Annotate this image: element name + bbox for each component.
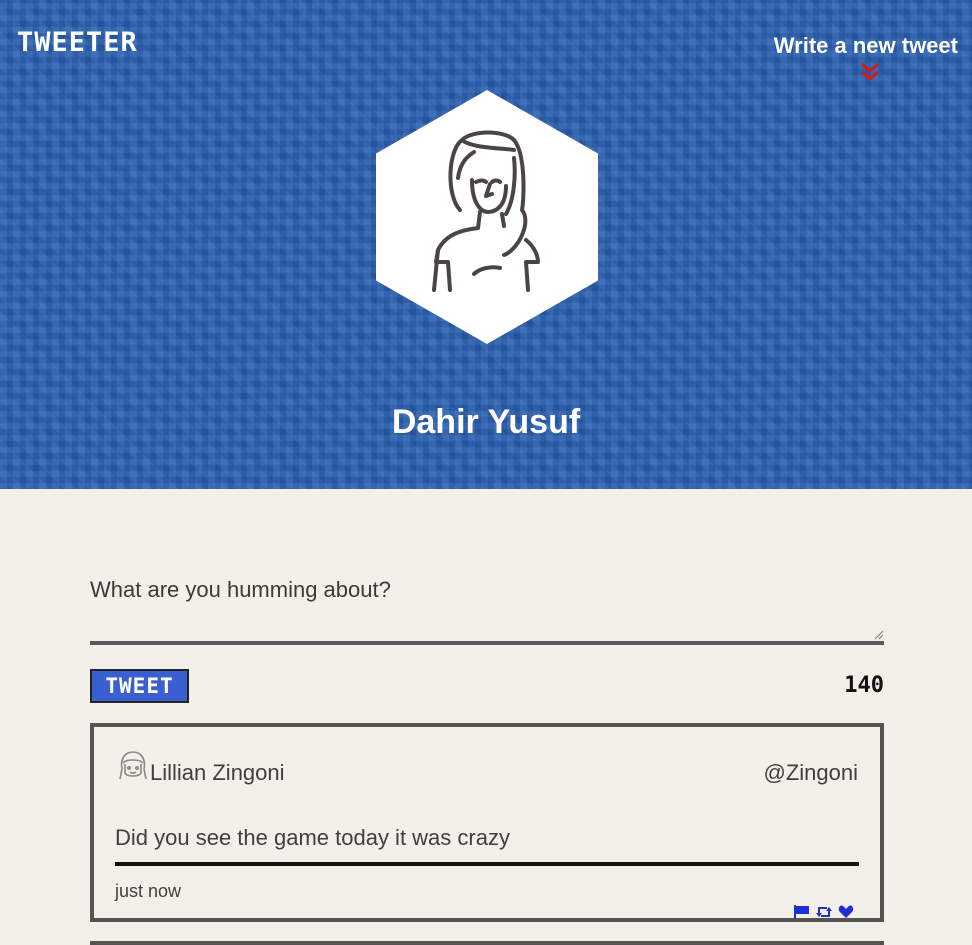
double-chevron-down-icon[interactable] bbox=[859, 62, 881, 84]
heart-icon[interactable] bbox=[838, 905, 854, 919]
tweet-card: Lillian Zingoni @Zingoni Did you see the… bbox=[90, 723, 884, 922]
face-avatar-icon bbox=[119, 751, 147, 780]
tweet-author-name: Lillian Zingoni bbox=[150, 760, 285, 785]
character-counter: 140 bbox=[844, 673, 884, 698]
profile-avatar bbox=[376, 90, 598, 344]
retweet-icon[interactable] bbox=[816, 905, 832, 919]
next-tweet-divider bbox=[90, 941, 884, 945]
compose-tweet-input[interactable] bbox=[90, 575, 884, 645]
tweet-divider bbox=[115, 862, 859, 866]
tweet-timestamp: just now bbox=[115, 881, 182, 901]
resize-handle-icon[interactable] bbox=[874, 630, 884, 640]
tweet-submit-button[interactable]: TWEET bbox=[90, 669, 189, 703]
profile-display-name: Dahir Yusuf bbox=[391, 403, 581, 441]
app-logo[interactable]: TWEETER bbox=[17, 28, 138, 58]
flag-icon[interactable] bbox=[794, 905, 810, 919]
tweet-body: Did you see the game today it was crazy bbox=[115, 825, 510, 850]
tweet-author-handle: @Zingoni bbox=[763, 760, 859, 785]
tweet-actions bbox=[794, 905, 854, 919]
write-new-tweet-link[interactable]: Write a new tweet bbox=[774, 33, 958, 59]
profile-header: TWEETER Write a new tweet Dahir Yusuf bbox=[0, 0, 972, 489]
